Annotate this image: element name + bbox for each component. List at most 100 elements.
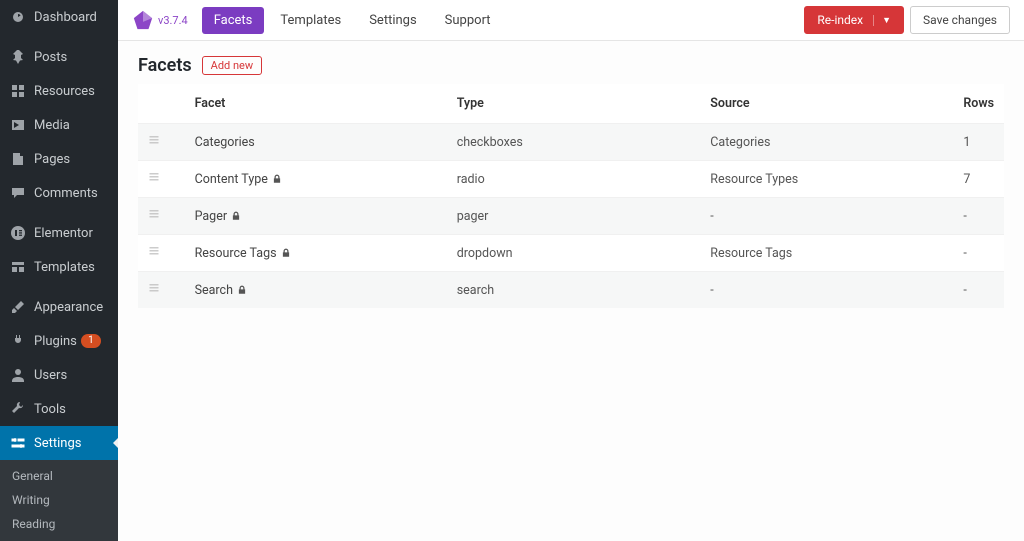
sidebar-item-users[interactable]: Users xyxy=(0,358,118,392)
sidebar-item-label: Tools xyxy=(34,402,66,417)
lock-icon xyxy=(237,285,247,295)
sliders-icon xyxy=(8,433,28,453)
facet-source: Resource Types xyxy=(700,161,953,198)
reindex-label: Re-index xyxy=(817,13,863,27)
th-type[interactable]: Type xyxy=(447,84,701,124)
sidebar-item-label: Resources xyxy=(34,84,95,99)
drag-handle-icon[interactable] xyxy=(148,283,160,298)
drag-handle-icon[interactable] xyxy=(148,172,160,187)
topbar: v3.7.4 FacetsTemplatesSettingsSupport Re… xyxy=(118,0,1024,41)
page-icon xyxy=(8,149,28,169)
drag-handle-icon[interactable] xyxy=(148,135,160,150)
facet-type: pager xyxy=(447,198,701,235)
dashboard-icon xyxy=(8,7,28,27)
wrench-icon xyxy=(8,399,28,419)
sidebar-item-label: Elementor xyxy=(34,226,93,241)
facet-name-link[interactable]: Content Type xyxy=(195,172,268,187)
facet-name-link[interactable]: Search xyxy=(195,283,233,298)
sidebar-item-comments[interactable]: Comments xyxy=(0,176,118,210)
table-row[interactable]: Resource TagsdropdownResource Tags- xyxy=(138,235,1004,272)
facet-source: - xyxy=(700,198,953,235)
submenu-item-discussion[interactable]: Discussion xyxy=(0,536,118,541)
save-changes-label: Save changes xyxy=(923,13,997,27)
facet-name-link[interactable]: Pager xyxy=(195,209,228,224)
table-row[interactable]: Searchsearch-- xyxy=(138,272,1004,309)
facet-source: Categories xyxy=(700,124,953,161)
sidebar-item-label: Dashboard xyxy=(34,10,97,25)
sidebar-item-label: Appearance xyxy=(34,300,103,315)
submenu-item-general[interactable]: General xyxy=(0,464,118,488)
facet-source: - xyxy=(700,272,953,309)
page-header: Facets Add new xyxy=(118,41,1024,84)
th-facet[interactable]: Facet xyxy=(185,84,447,124)
admin-sidebar: Dashboard Posts Resources Media Pages Comment… xyxy=(0,0,118,541)
save-changes-button[interactable]: Save changes xyxy=(910,6,1010,34)
sidebar-item-label: Media xyxy=(34,118,70,133)
tab-facets[interactable]: Facets xyxy=(202,7,265,34)
reindex-caret-icon[interactable]: ▼ xyxy=(873,15,891,26)
tab-templates[interactable]: Templates xyxy=(268,7,353,34)
facet-type: radio xyxy=(447,161,701,198)
facet-type: search xyxy=(447,272,701,309)
sidebar-item-pages[interactable]: Pages xyxy=(0,142,118,176)
sidebar-item-tools[interactable]: Tools xyxy=(0,392,118,426)
grid-icon xyxy=(8,81,28,101)
sidebar-item-resources[interactable]: Resources xyxy=(0,74,118,108)
th-rows[interactable]: Rows xyxy=(953,84,1004,124)
sidebar-item-settings[interactable]: Settings xyxy=(0,426,118,460)
facets-table: Facet Type Source Rows Categoriescheckbo… xyxy=(138,84,1004,308)
lock-icon xyxy=(272,174,282,184)
th-source[interactable]: Source xyxy=(700,84,953,124)
facet-rows: - xyxy=(953,235,1004,272)
tab-support[interactable]: Support xyxy=(433,7,503,34)
sidebar-item-templates[interactable]: Templates xyxy=(0,250,118,284)
facet-type: dropdown xyxy=(447,235,701,272)
settings-submenu: GeneralWritingReadingDiscussionMediaPerm… xyxy=(0,460,118,541)
facet-type: checkboxes xyxy=(447,124,701,161)
table-row[interactable]: Content Type radioResource Types7 xyxy=(138,161,1004,198)
elementor-icon xyxy=(8,223,28,243)
plug-icon xyxy=(8,331,28,351)
facet-name-link[interactable]: Categories xyxy=(195,135,255,150)
lock-icon xyxy=(231,211,241,221)
facet-rows: - xyxy=(953,272,1004,309)
facetwp-logo-icon xyxy=(132,9,154,31)
pin-icon xyxy=(8,47,28,67)
facet-source: Resource Tags xyxy=(700,235,953,272)
sidebar-item-appearance[interactable]: Appearance xyxy=(0,290,118,324)
version-label: v3.7.4 xyxy=(158,14,188,27)
add-new-button[interactable]: Add new xyxy=(202,56,263,75)
main-area: v3.7.4 FacetsTemplatesSettingsSupport Re… xyxy=(118,0,1024,541)
media-icon xyxy=(8,115,28,135)
sidebar-item-label: Posts xyxy=(34,50,67,65)
table-row[interactable]: CategoriescheckboxesCategories1 xyxy=(138,124,1004,161)
sidebar-item-label: Comments xyxy=(34,186,98,201)
sidebar-item-media[interactable]: Media xyxy=(0,108,118,142)
sidebar-item-elementor[interactable]: Elementor xyxy=(0,216,118,250)
sidebar-item-label: Pages xyxy=(34,152,70,167)
sidebar-item-dashboard[interactable]: Dashboard xyxy=(0,0,118,34)
submenu-item-writing[interactable]: Writing xyxy=(0,488,118,512)
submenu-item-reading[interactable]: Reading xyxy=(0,512,118,536)
facet-rows: 1 xyxy=(953,124,1004,161)
drag-handle-icon[interactable] xyxy=(148,209,160,224)
reindex-button[interactable]: Re-index ▼ xyxy=(804,6,904,34)
user-icon xyxy=(8,365,28,385)
drag-handle-icon[interactable] xyxy=(148,246,160,261)
facet-rows: - xyxy=(953,198,1004,235)
sidebar-item-plugins[interactable]: Plugins 1 xyxy=(0,324,118,358)
page-title: Facets xyxy=(138,55,192,76)
table-row[interactable]: Pagerpager-- xyxy=(138,198,1004,235)
sidebar-item-label: Plugins xyxy=(34,334,77,349)
brush-icon xyxy=(8,297,28,317)
lock-icon xyxy=(281,248,291,258)
templates-icon xyxy=(8,257,28,277)
facet-rows: 7 xyxy=(953,161,1004,198)
tab-settings[interactable]: Settings xyxy=(357,7,428,34)
update-badge: 1 xyxy=(81,334,101,348)
facet-name-link[interactable]: Resource Tags xyxy=(195,246,277,261)
sidebar-item-label: Users xyxy=(34,368,67,383)
sidebar-item-label: Settings xyxy=(34,436,81,451)
sidebar-item-posts[interactable]: Posts xyxy=(0,40,118,74)
sidebar-item-label: Templates xyxy=(34,260,95,275)
